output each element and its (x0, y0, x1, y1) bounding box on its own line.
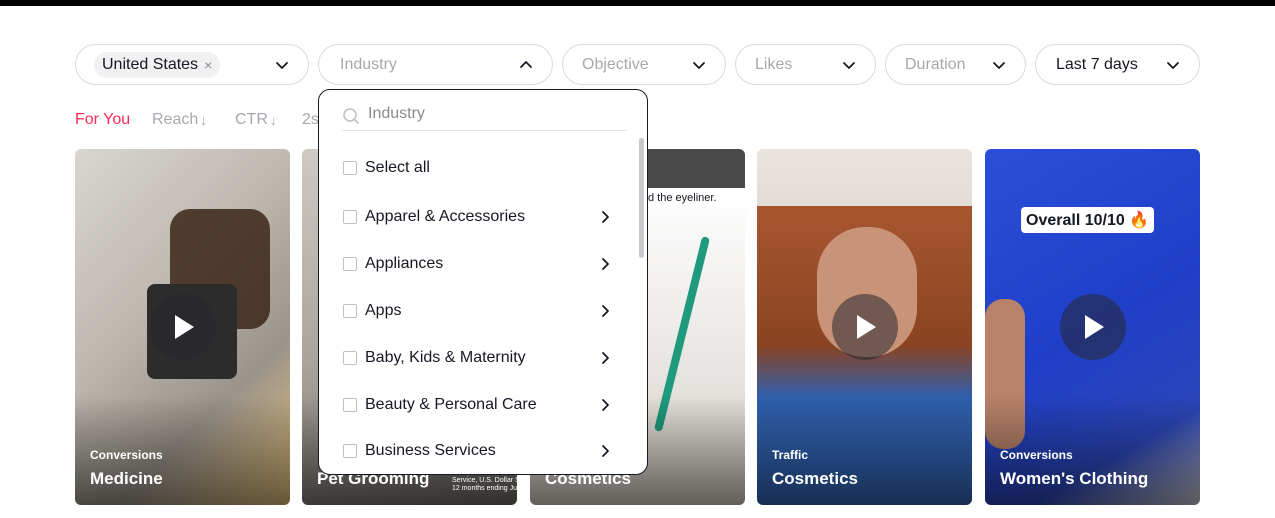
region-chip-label: United States (102, 55, 199, 73)
option-label: Baby, Kids & Maternity (365, 349, 526, 366)
chevron-right-icon[interactable] (597, 350, 613, 366)
industry-filter[interactable]: Industry (318, 44, 553, 85)
industry-option[interactable]: Apps (343, 299, 623, 323)
chevron-down-icon[interactable] (991, 57, 1007, 73)
play-icon (175, 315, 194, 339)
play-icon (1085, 315, 1104, 339)
sort-down-icon: ↓ (200, 112, 208, 128)
tab-ctr[interactable]: CTR ↓ (235, 111, 277, 129)
checkbox[interactable] (343, 398, 357, 412)
play-button[interactable] (832, 294, 898, 360)
chevron-down-icon[interactable] (841, 57, 857, 73)
region-filter[interactable]: United States × (75, 44, 309, 85)
tab-label: CTR (235, 111, 268, 128)
likes-filter[interactable]: Likes (735, 44, 876, 85)
tab-2s[interactable]: 2s (302, 111, 319, 129)
chevron-right-icon[interactable] (597, 397, 613, 413)
checkbox[interactable] (343, 161, 357, 175)
duration-filter-label: Duration (905, 55, 966, 73)
chevron-right-icon[interactable] (597, 443, 613, 459)
industry-option[interactable]: Baby, Kids & Maternity (343, 346, 623, 370)
select-all-option[interactable]: Select all (343, 156, 623, 180)
card-industry: Cosmetics (772, 469, 858, 488)
ad-card[interactable]: Conversions Medicine (75, 149, 290, 505)
chevron-down-icon[interactable] (691, 57, 707, 73)
ad-card[interactable]: Traffic Cosmetics (757, 149, 972, 505)
tab-label: 2s (302, 111, 319, 128)
tab-label: Reach (152, 111, 199, 128)
top-bar (0, 0, 1275, 6)
industry-filter-label: Industry (340, 55, 397, 73)
play-button[interactable] (1060, 294, 1126, 360)
tab-for-you[interactable]: For You (75, 111, 130, 129)
play-button[interactable] (150, 294, 216, 360)
search-icon (343, 108, 359, 124)
card-overlay-text: Overall 10/10 🔥 (1021, 207, 1155, 233)
option-label: Apparel & Accessories (365, 208, 526, 225)
tab-reach[interactable]: Reach ↓ (152, 111, 207, 129)
industry-search[interactable]: Industry (342, 104, 627, 131)
chevron-down-icon[interactable] (274, 57, 290, 73)
checkbox[interactable] (343, 351, 357, 365)
region-chip[interactable]: United States × (94, 51, 221, 78)
option-label: Appliances (365, 255, 444, 272)
card-objective: Conversions (90, 448, 163, 462)
checkbox[interactable] (343, 444, 357, 458)
industry-option[interactable]: Apparel & Accessories (343, 205, 623, 229)
industry-option[interactable]: Appliances (343, 252, 623, 276)
checkbox[interactable] (343, 210, 357, 224)
sort-down-icon: ↓ (269, 112, 277, 128)
likes-filter-label: Likes (755, 55, 793, 73)
checkbox[interactable] (343, 304, 357, 318)
chip-remove-icon[interactable]: × (204, 57, 212, 73)
card-objective: Traffic (772, 448, 809, 462)
option-label: Select all (365, 159, 430, 176)
period-filter-value: Last 7 days (1056, 55, 1138, 73)
chevron-down-icon[interactable] (1165, 57, 1181, 73)
chevron-up-icon[interactable] (518, 57, 534, 73)
checkbox[interactable] (343, 257, 357, 271)
option-label: Apps (365, 302, 402, 319)
option-label: Business Services (365, 442, 496, 459)
objective-filter[interactable]: Objective (562, 44, 726, 85)
chevron-right-icon[interactable] (597, 209, 613, 225)
option-label: Beauty & Personal Care (365, 396, 537, 413)
tab-label: For You (75, 111, 131, 128)
industry-option[interactable]: Business Services (343, 439, 623, 463)
card-industry: Medicine (90, 469, 163, 488)
chevron-right-icon[interactable] (597, 256, 613, 272)
industry-search-input[interactable]: Industry (368, 104, 425, 124)
chevron-right-icon[interactable] (597, 303, 613, 319)
card-industry: Women's Clothing (1000, 469, 1149, 488)
industry-option[interactable]: Beauty & Personal Care (343, 393, 623, 417)
play-icon (857, 315, 876, 339)
period-filter[interactable]: Last 7 days (1035, 44, 1200, 85)
ad-card[interactable]: Overall 10/10 🔥 Conversions Women's Clot… (985, 149, 1200, 505)
dropdown-scrollbar[interactable] (639, 138, 644, 258)
duration-filter[interactable]: Duration (885, 44, 1026, 85)
industry-dropdown[interactable]: Industry Select all Apparel & Accessorie… (318, 89, 648, 475)
card-objective: Conversions (1000, 448, 1073, 462)
objective-filter-label: Objective (582, 55, 649, 73)
